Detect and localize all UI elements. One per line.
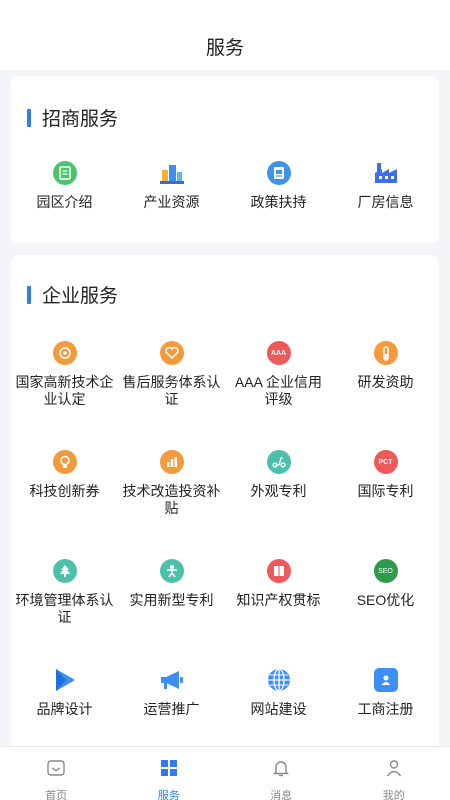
tree-icon	[52, 559, 77, 583]
service-item-design-patent[interactable]: 外观专利	[225, 450, 332, 559]
service-item-after-sales[interactable]: 售后服务体系认证	[118, 341, 225, 450]
service-label: 知识产权贯标	[236, 592, 321, 608]
bar-chart-icon	[159, 450, 184, 474]
document-icon	[52, 161, 77, 185]
section-title: 企业服务	[42, 286, 119, 307]
tab-label: 首页	[45, 790, 68, 800]
tab-home[interactable]: 首页	[0, 747, 113, 800]
pct-icon: PCT	[373, 450, 398, 474]
service-label: 国际专利	[357, 483, 414, 499]
factory-icon	[374, 161, 398, 185]
test-tube-icon	[373, 341, 398, 365]
service-label: 科技创新券	[29, 483, 100, 499]
bell-icon	[271, 758, 291, 783]
tab-profile[interactable]: 我的	[338, 747, 450, 800]
service-label: 政策扶持	[250, 194, 307, 210]
tab-messages[interactable]: 消息	[225, 747, 338, 800]
tab-label: 消息	[270, 790, 293, 800]
tab-label: 我的	[382, 790, 405, 800]
service-label: 工商注册	[357, 701, 414, 717]
service-item-ip-standard[interactable]: 知识产权贯标	[225, 559, 332, 668]
service-item-innovation-voucher[interactable]: 科技创新券	[11, 450, 118, 559]
megaphone-icon	[160, 668, 184, 692]
tab-services[interactable]: 服务	[113, 747, 226, 800]
service-item-environment-cert[interactable]: 环境管理体系认证	[11, 559, 118, 668]
enterprise-grid: 国家高新技术企业认定 售后服务体系认证 AAA AAA 企业信用评级 研发资助 …	[11, 341, 439, 777]
user-icon	[384, 758, 404, 783]
investment-grid: 园区介绍 产业资源 政策扶持 厂房信息	[11, 161, 439, 211]
investment-services-card: 招商服务 园区介绍 产业资源 政策扶持 厂房信息	[11, 76, 439, 243]
service-label: 产业资源	[143, 194, 200, 210]
section-title: 招商服务	[42, 109, 119, 130]
person-icon	[159, 559, 184, 583]
service-label: 园区介绍	[36, 194, 93, 210]
service-label: 厂房信息	[357, 194, 414, 210]
seo-icon: SEO	[373, 559, 398, 583]
bottom-tab-bar: 首页 服务 消息 我的	[0, 746, 450, 800]
service-item-aaa-rating[interactable]: AAA AAA 企业信用评级	[225, 341, 332, 450]
enterprise-services-card: 企业服务 国家高新技术企业认定 售后服务体系认证 AAA AAA 企业信用评级 …	[11, 255, 439, 750]
service-label: 实用新型专利	[129, 592, 214, 608]
city-icon	[159, 161, 184, 185]
section-accent-bar	[27, 108, 31, 127]
service-label: 环境管理体系认证	[15, 592, 114, 625]
play-icon	[53, 668, 77, 692]
service-item-park-intro[interactable]: 园区介绍	[11, 161, 118, 211]
service-item-international-patent[interactable]: PCT 国际专利	[332, 450, 439, 559]
high-tech-icon	[52, 341, 77, 365]
service-label: 技术改造投资补贴	[122, 483, 221, 516]
heart-icon	[159, 341, 184, 365]
service-label: SEO优化	[356, 592, 415, 608]
service-label: 运营推广	[143, 701, 200, 717]
service-label: 国家高新技术企业认定	[15, 374, 114, 407]
tab-label: 服务	[157, 790, 180, 800]
service-item-seo[interactable]: SEO SEO优化	[332, 559, 439, 668]
service-item-industry-resources[interactable]: 产业资源	[118, 161, 225, 211]
service-item-tech-upgrade-subsidy[interactable]: 技术改造投资补贴	[118, 450, 225, 559]
globe-icon	[267, 668, 291, 692]
book-icon	[266, 559, 291, 583]
section-heading: 企业服务	[27, 281, 118, 308]
id-card-icon	[373, 668, 398, 692]
top-bar: 服务	[0, 0, 450, 70]
service-item-policy-support[interactable]: 政策扶持	[225, 161, 332, 211]
service-item-high-tech[interactable]: 国家高新技术企业认定	[11, 341, 118, 450]
section-heading: 招商服务	[27, 104, 118, 131]
service-item-rd-funding[interactable]: 研发资助	[332, 341, 439, 450]
aaa-icon: AAA	[266, 341, 291, 365]
lightbulb-icon	[52, 450, 77, 474]
grid-icon	[159, 758, 179, 783]
service-label: 售后服务体系认证	[122, 374, 221, 407]
policy-icon	[266, 161, 291, 185]
service-item-utility-patent[interactable]: 实用新型专利	[118, 559, 225, 668]
service-label: AAA 企业信用评级	[234, 374, 323, 407]
scooter-icon	[266, 450, 291, 474]
service-label: 网站建设	[250, 701, 307, 717]
page-title: 服务	[205, 38, 244, 59]
service-label: 研发资助	[357, 374, 414, 390]
service-item-factory-info[interactable]: 厂房信息	[332, 161, 439, 211]
section-accent-bar	[27, 285, 31, 304]
service-label: 品牌设计	[36, 701, 93, 717]
service-label: 外观专利	[250, 483, 307, 499]
home-icon	[46, 758, 66, 783]
